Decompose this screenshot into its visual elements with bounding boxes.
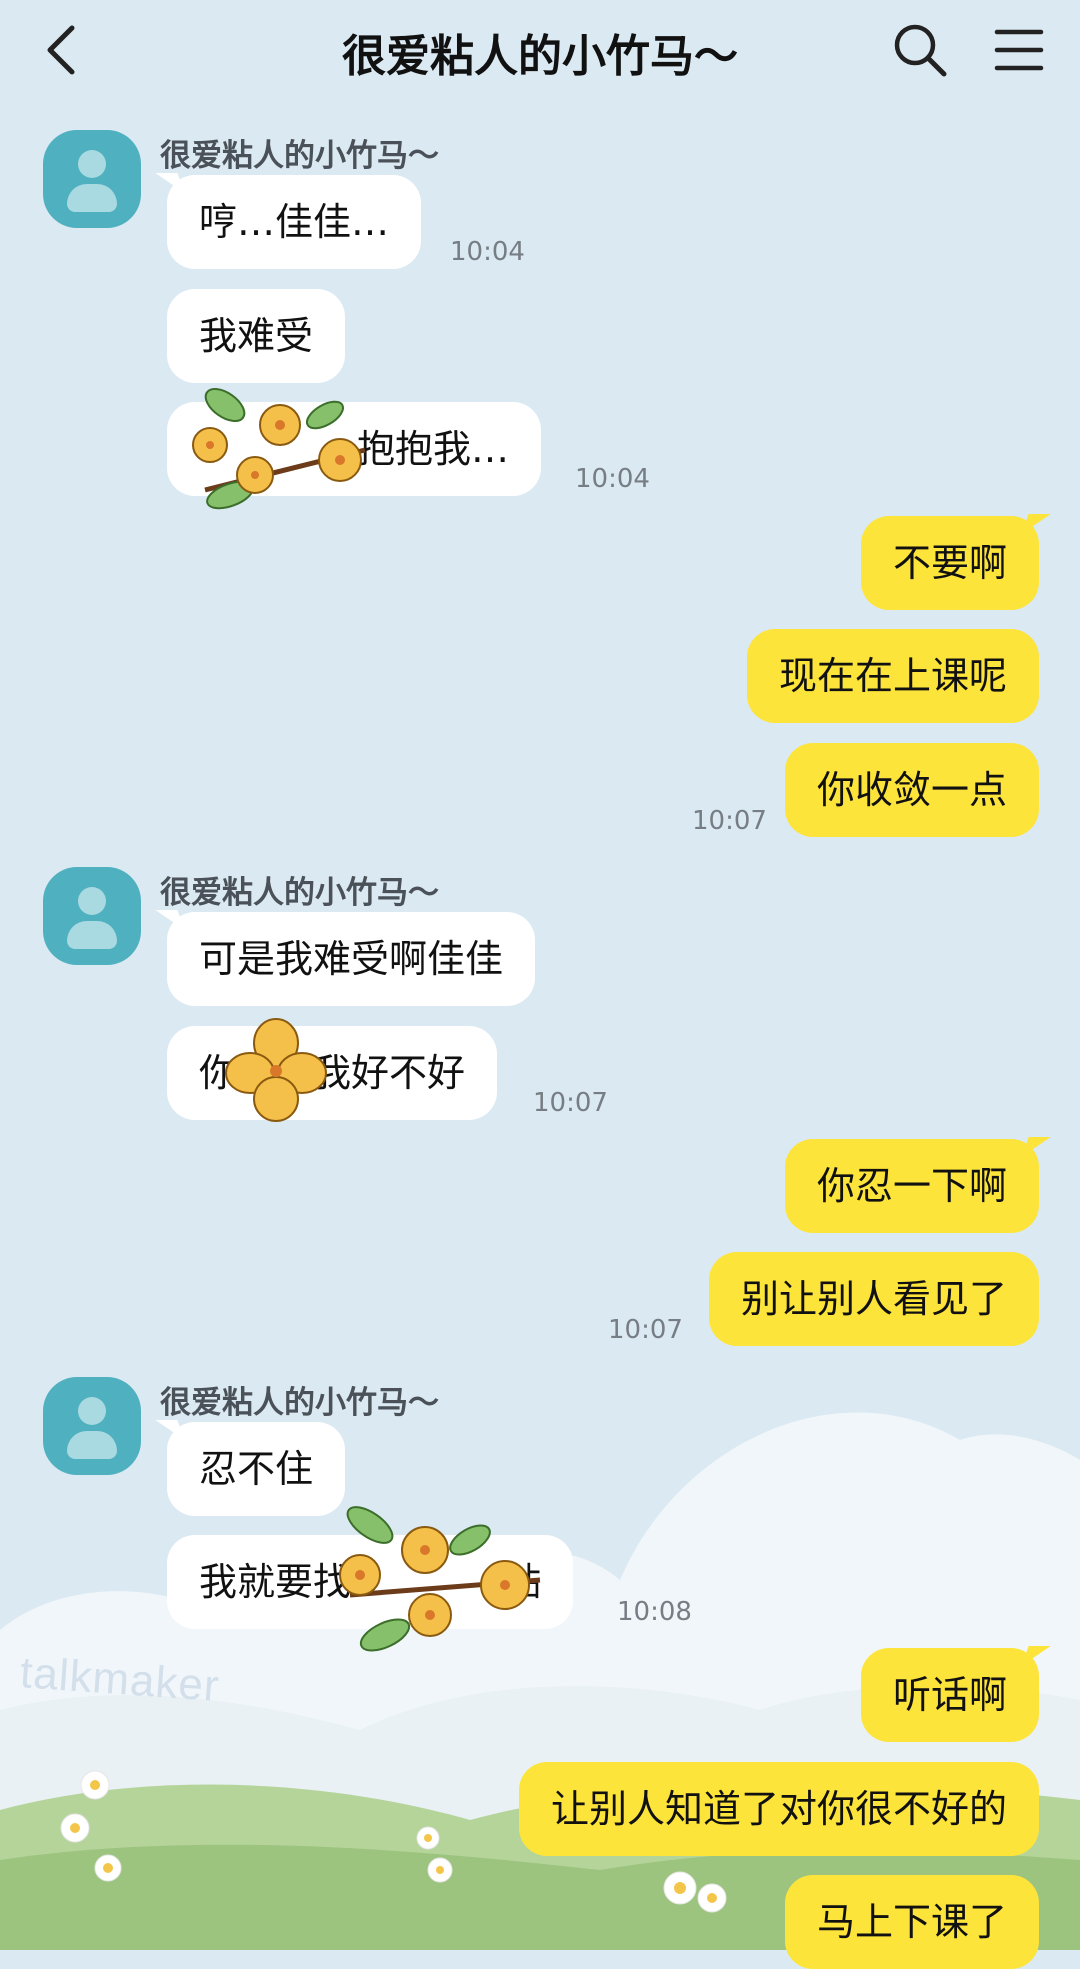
search-icon[interactable]: [890, 20, 950, 80]
contact-avatar[interactable]: [43, 867, 141, 965]
sender-name: 很爱粘人的小竹马～: [160, 1385, 439, 1421]
osmanthus-flower-sticker: [339, 1506, 541, 1652]
message-bubble-incoming[interactable]: 哼…佳佳…: [167, 175, 422, 269]
menu-icon[interactable]: [993, 24, 1045, 76]
message-time: 10:07: [608, 1315, 683, 1345]
sender-name: 很爱粘人的小竹马～: [160, 138, 439, 174]
message-bubble-outgoing[interactable]: 别让别人看见了: [708, 1252, 1039, 1346]
message-bubble-outgoing[interactable]: 听话啊: [860, 1648, 1039, 1742]
sender-name: 很爱粘人的小竹马～: [160, 875, 439, 911]
message-bubble-outgoing[interactable]: 马上下课了: [784, 1875, 1039, 1969]
contact-avatar[interactable]: [43, 130, 141, 228]
message-bubble-incoming[interactable]: 我难受: [167, 289, 346, 383]
message-time: 10:07: [533, 1088, 608, 1118]
message-bubble-incoming[interactable]: 忍不住: [167, 1422, 346, 1516]
message-bubble-incoming[interactable]: 你 我好不好: [167, 1026, 498, 1120]
osmanthus-flower-sticker: [192, 388, 366, 510]
message-time: 10:08: [617, 1597, 692, 1627]
contact-avatar[interactable]: [43, 1377, 141, 1475]
message-bubble-incoming[interactable]: 可是我难受啊佳佳: [167, 912, 536, 1006]
message-time: 10:04: [575, 464, 650, 494]
top-bar: 很爱粘人的小竹马～: [0, 0, 1080, 100]
message-bubble-outgoing[interactable]: 让别人知道了对你很不好的: [518, 1762, 1039, 1856]
message-bubble-outgoing[interactable]: 你忍一下啊: [784, 1139, 1039, 1233]
osmanthus-flower-sticker: [225, 1018, 327, 1122]
message-time: 10:04: [450, 237, 525, 267]
message-time: 10:07: [692, 806, 767, 836]
message-bubble-outgoing[interactable]: 你收敛一点: [784, 743, 1039, 837]
message-bubble-outgoing[interactable]: 现在在上课呢: [746, 629, 1039, 723]
message-bubble-outgoing[interactable]: 不要啊: [860, 516, 1039, 610]
